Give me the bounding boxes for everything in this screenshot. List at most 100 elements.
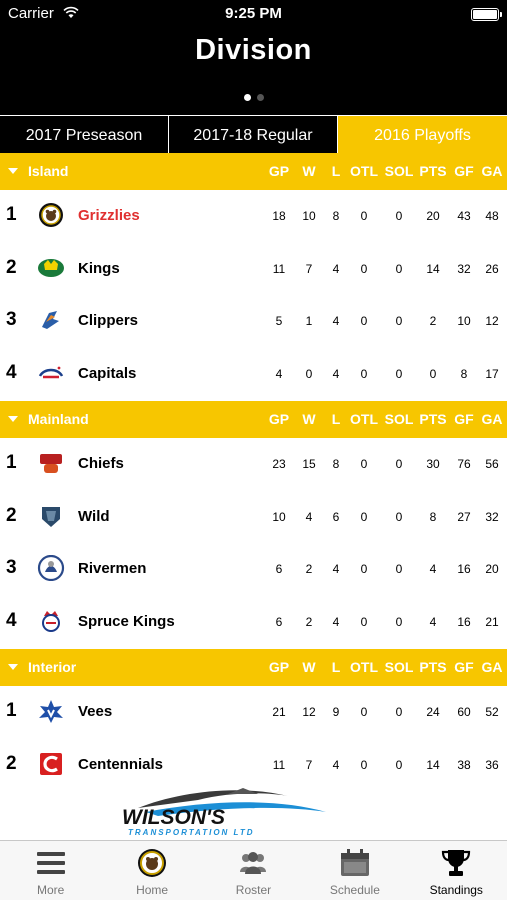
stat-gp: 11: [272, 757, 286, 772]
stat-gf: 16: [457, 562, 471, 576]
team-row[interactable]: 3 Rivermen 6 2 4 0 0 4 16 20: [0, 543, 507, 595]
stat-w: 1: [305, 314, 313, 328]
team-rank: 4: [6, 361, 17, 383]
stat-l: 4: [332, 366, 340, 381]
stat-sol: 0: [395, 314, 403, 328]
team-row[interactable]: 3 Clippers 5 1 4 0 0 2 10 12: [0, 295, 507, 347]
column-header-l: L: [331, 163, 341, 179]
season-segment-control: 2017 Preseason 2017-18 Regular 2016 Play…: [0, 115, 507, 155]
stat-l: 4: [332, 757, 340, 772]
segment-2017-preseason[interactable]: 2017 Preseason: [0, 116, 169, 155]
stat-ga: 36: [485, 757, 499, 772]
stat-otl: 0: [360, 562, 368, 576]
stat-pts: 4: [429, 614, 437, 629]
clippers-logo: [42, 311, 59, 329]
column-header-ga: GA: [481, 163, 503, 179]
stat-sol: 0: [395, 457, 403, 471]
stat-w: 2: [305, 614, 313, 629]
column-header-pts: PTS: [419, 163, 447, 179]
stat-gp: 11: [272, 261, 286, 276]
tab-roster-label: Roster: [235, 883, 272, 897]
tab-roster[interactable]: Roster: [203, 841, 304, 900]
tab-home[interactable]: Home: [101, 841, 202, 900]
sponsor-name: WILSON'S: [122, 806, 225, 829]
segment-2017-18-regular[interactable]: 2017-18 Regular: [169, 116, 338, 155]
tab-schedule-label: Schedule: [329, 883, 380, 897]
collapse-chevron-icon: [8, 168, 18, 174]
sponsor-tagline: TRANSPORTATION LTD: [128, 828, 255, 837]
column-header-pts: PTS: [419, 659, 447, 675]
bottom-tab-bar: More Home Roster Schedule Standings: [0, 840, 507, 900]
team-name: Rivermen: [78, 560, 147, 577]
top-header: Carrier 9:25 PM Division: [0, 0, 507, 115]
team-name: Chiefs: [78, 455, 124, 472]
division-header-mainland[interactable]: Mainland GP W L OTL SOL PTS GF GA: [0, 401, 507, 438]
stat-ga: 20: [485, 562, 499, 576]
trophy-icon: [442, 850, 471, 876]
column-header-sol: SOL: [384, 659, 414, 675]
team-row[interactable]: 1 Grizzlies 18 10 8 0 0 20 43 48: [0, 190, 507, 242]
stat-w: 10: [302, 209, 316, 223]
page-dot-2[interactable]: [256, 94, 264, 101]
grizzlies-logo: [39, 203, 63, 227]
stat-ga: 12: [485, 314, 499, 328]
stat-w: 15: [302, 457, 316, 471]
division-header-interior[interactable]: Interior GP W L OTL SOL PTS GF GA: [0, 649, 507, 686]
stat-otl: 0: [360, 314, 368, 328]
stat-w: 7: [305, 261, 313, 276]
stat-gf: 43: [457, 209, 471, 223]
stat-l: 4: [332, 614, 340, 629]
team-row[interactable]: 1 Chiefs 23 15 8 0 0 30 76 56: [0, 438, 507, 490]
collapse-chevron-icon: [8, 416, 18, 422]
stat-sol: 0: [395, 261, 403, 276]
division-name: Interior: [28, 659, 77, 675]
division-header-island[interactable]: Island GP W L OTL SOL PTS GF GA: [0, 153, 507, 190]
page-dot-1[interactable]: [243, 94, 251, 101]
stat-ga: 17: [485, 366, 499, 381]
sponsor-logo[interactable]: WILSON'S TRANSPORTATION LTD: [118, 786, 330, 838]
stat-sol: 0: [395, 562, 403, 576]
stat-otl: 0: [360, 261, 368, 276]
tab-schedule[interactable]: Schedule: [304, 841, 405, 900]
stat-otl: 0: [360, 614, 368, 629]
stat-gp: 18: [272, 209, 286, 223]
team-rank: 1: [6, 700, 17, 721]
team-row[interactable]: 2 Kings 11 7 4 0 0 14 32 26: [0, 242, 507, 295]
stat-gf: 27: [457, 509, 471, 524]
team-row[interactable]: 4 Spruce Kings 6 2 4 0 0 4 16 21: [0, 595, 507, 648]
team-row[interactable]: 4 Capitals 4 0 4 0 0 0 8 17: [0, 347, 507, 400]
team-rank: 2: [6, 504, 17, 526]
stat-gf: 60: [457, 705, 471, 719]
team-rank: 3: [6, 557, 17, 578]
stat-w: 0: [305, 366, 313, 381]
stat-gp: 21: [272, 705, 286, 719]
stat-w: 12: [302, 705, 316, 719]
team-rank: 1: [6, 452, 17, 473]
segment-2016-playoffs[interactable]: 2016 Playoffs: [338, 116, 507, 155]
column-header-gp: GP: [268, 163, 290, 179]
tab-more[interactable]: More: [0, 841, 101, 900]
status-bar: Carrier 9:25 PM: [0, 4, 507, 24]
team-row[interactable]: 2 Centennials 11 7 4 0 0 14 38 36: [0, 738, 507, 791]
clock: 9:25 PM: [225, 5, 282, 22]
team-row[interactable]: 2 Wild 10 4 6 0 0 8 27 32: [0, 490, 507, 543]
team-row[interactable]: 1 Vees 21 12 9 0 0 24 60 52: [0, 686, 507, 738]
stat-pts: 8: [429, 509, 437, 524]
stat-gp: 10: [272, 509, 286, 524]
collapse-chevron-icon: [8, 664, 18, 670]
column-header-ga: GA: [481, 659, 503, 675]
stat-pts: 24: [426, 705, 440, 719]
stat-ga: 32: [485, 509, 499, 524]
column-header-l: L: [331, 411, 341, 427]
column-header-otl: OTL: [350, 411, 378, 427]
page-indicator[interactable]: [0, 88, 507, 106]
team-rank: 4: [6, 609, 17, 631]
stat-l: 8: [332, 209, 340, 223]
column-header-w: W: [302, 659, 316, 675]
team-name: Capitals: [78, 364, 137, 382]
column-header-otl: OTL: [350, 659, 378, 675]
column-header-gf: GF: [454, 411, 474, 427]
stat-pts: 14: [426, 261, 440, 276]
stat-ga: 48: [485, 209, 499, 223]
tab-standings[interactable]: Standings: [406, 841, 507, 900]
